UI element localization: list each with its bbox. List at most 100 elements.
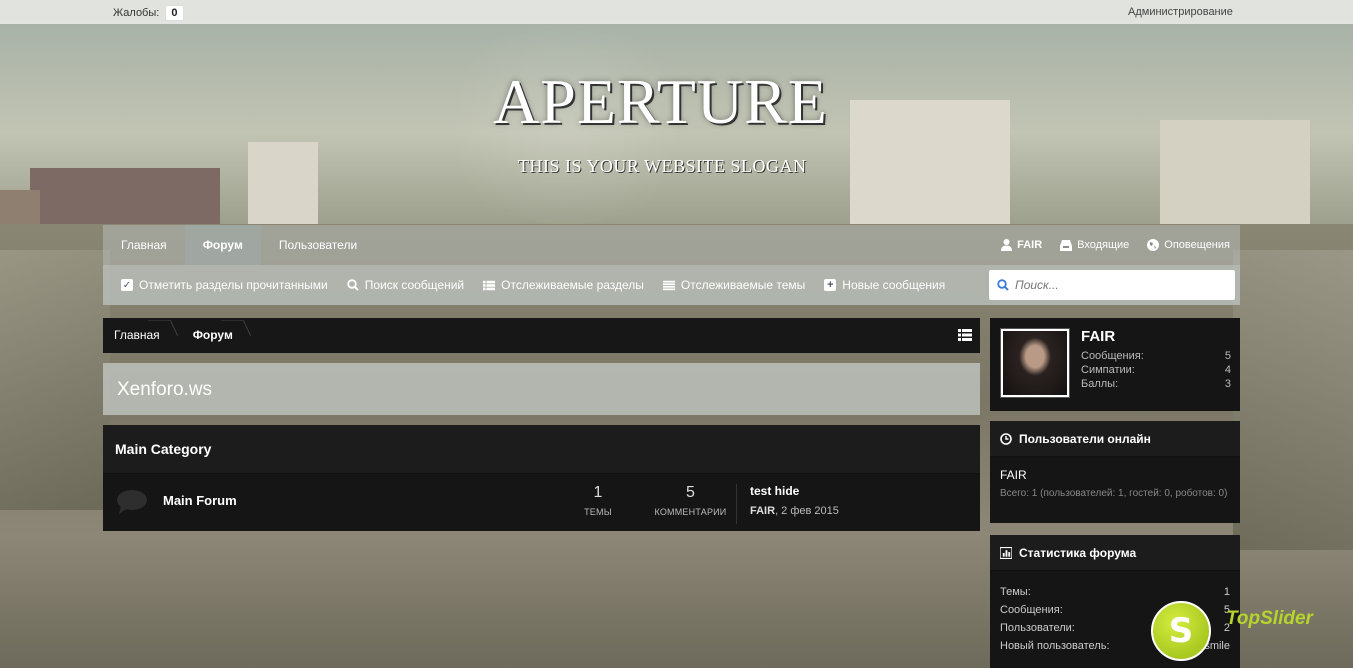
mark-read-label: Отметить разделы прочитанными: [139, 278, 328, 292]
last-post: test hide FAIR, 2 фев 2015: [736, 484, 839, 524]
stat-label: Симпатии:: [1081, 364, 1135, 376]
speech-bubble-icon: [117, 490, 147, 514]
stat-label: Новый пользователь:: [1000, 640, 1110, 652]
background-building: [30, 168, 220, 228]
new-posts-link[interactable]: + Новые сообщения: [824, 278, 945, 292]
nav-tabs: Главная Форум Пользователи: [103, 225, 375, 265]
top-bar: Жалобы: 0 Администрирование: [0, 0, 1353, 24]
search-posts-link[interactable]: Поиск сообщений: [347, 278, 464, 292]
stat-value: 1: [1223, 586, 1230, 598]
search-icon: [997, 279, 1009, 291]
breadcrumb-forum[interactable]: Форум: [182, 318, 255, 353]
background-building: [1160, 120, 1310, 225]
globe-icon: [1147, 239, 1160, 251]
search-input[interactable]: [1015, 278, 1215, 292]
forum-row: Main Forum 1 Темы 5 Комментарии test hid…: [103, 474, 980, 531]
page-title-panel: Xenforo.ws: [103, 363, 980, 415]
last-post-title[interactable]: test hide: [750, 484, 839, 498]
forum-title[interactable]: Main Forum: [163, 493, 237, 508]
alerts-label: Оповещения: [1164, 239, 1230, 251]
stat-label: Сообщения:: [1081, 350, 1144, 362]
last-post-meta: FAIR, 2 фев 2015: [750, 505, 839, 517]
stat-value: 5: [1224, 350, 1231, 362]
list-icon: [483, 279, 496, 291]
visitor-panel: FAIR Сообщения: 5 Симпатии: 4 Баллы: 3: [990, 318, 1240, 411]
online-users-title[interactable]: Пользователи онлайн: [1019, 432, 1151, 446]
online-users-panel: Пользователи онлайн FAIR Всего: 1 (польз…: [990, 421, 1240, 523]
posts-count: 5: [686, 484, 695, 501]
background-ramp: [1233, 250, 1353, 550]
visitor-stat-row: Симпатии: 4: [1081, 363, 1231, 377]
last-post-user[interactable]: FAIR: [750, 505, 775, 517]
posts-label: Комментарии: [654, 507, 727, 517]
search-posts-label: Поиск сообщений: [364, 278, 465, 292]
inbox-label: Входящие: [1077, 239, 1130, 251]
last-post-date: , 2 фев 2015: [775, 505, 839, 517]
stat-value: 3: [1224, 378, 1231, 390]
threads-stat: 1 Темы: [573, 484, 623, 517]
online-total: Всего: 1 (пользователей: 1, гостей: 0, р…: [1000, 488, 1228, 499]
complaints-label: Жалобы:: [113, 7, 160, 19]
tab-forum[interactable]: Форум: [184, 225, 261, 265]
user-nav: FAIR Входящие Оповещения: [1000, 225, 1230, 265]
logo-title: APERTURE: [493, 66, 828, 137]
forum-category: Main Category Main Forum 1 Темы 5 Коммен…: [103, 425, 980, 531]
user-icon: [1000, 239, 1012, 251]
watched-forums-label: Отслеживаемые разделы: [501, 278, 644, 292]
stat-value: 4: [1224, 364, 1231, 376]
mark-read-link[interactable]: ✓ Отметить разделы прочитанными: [121, 278, 328, 292]
complaints-link[interactable]: Жалобы: 0: [113, 5, 184, 21]
avatar-image: [1003, 331, 1067, 395]
checkbox-icon: ✓: [121, 279, 133, 291]
breadcrumb: Главная Форум: [103, 318, 980, 353]
lines-icon: [662, 279, 675, 291]
background-building: [850, 100, 1010, 225]
jump-menu-icon[interactable]: [958, 329, 972, 341]
inbox-icon: [1060, 239, 1073, 251]
watermark-text: TopSlider: [1226, 608, 1313, 629]
site-logo[interactable]: APERTURE: [493, 70, 863, 134]
clock-icon: [1000, 432, 1012, 445]
watched-threads-link[interactable]: Отслеживаемые темы: [662, 278, 806, 292]
complaints-count-badge: 0: [165, 5, 184, 21]
plus-icon: +: [824, 279, 837, 291]
search-box[interactable]: [989, 270, 1235, 300]
visitor-stat-row: Сообщения: 5: [1081, 349, 1231, 363]
online-user-link[interactable]: FAIR: [1000, 468, 1027, 482]
page-title: Xenforo.ws: [117, 379, 213, 400]
tab-home[interactable]: Главная: [103, 225, 185, 265]
main-navigation: Главная Форум Пользователи FAIR Входящие…: [103, 225, 1240, 305]
tab-members[interactable]: Пользователи: [261, 225, 375, 265]
category-title[interactable]: Main Category: [103, 425, 980, 474]
posts-stat: 5 Комментарии: [643, 484, 738, 517]
stat-label: Темы:: [1000, 586, 1031, 598]
background-building: [248, 142, 318, 227]
breadcrumb-home[interactable]: Главная: [103, 318, 182, 353]
online-users-header: Пользователи онлайн: [990, 421, 1240, 457]
background-ramp: [0, 250, 110, 510]
visitor-stats: Сообщения: 5 Симпатии: 4 Баллы: 3: [1081, 349, 1231, 391]
watched-forums-link[interactable]: Отслеживаемые разделы: [483, 278, 644, 292]
inbox-link[interactable]: Входящие: [1060, 239, 1129, 251]
threads-label: Темы: [584, 507, 612, 517]
search-icon: [347, 279, 359, 291]
forum-stats-title: Статистика форума: [1019, 545, 1137, 560]
new-posts-label: Новые сообщения: [842, 278, 946, 292]
stat-label: Баллы:: [1081, 378, 1119, 390]
visitor-name[interactable]: FAIR: [1081, 328, 1115, 345]
stat-label: Пользователи:: [1000, 622, 1075, 634]
watched-threads-label: Отслеживаемые темы: [680, 278, 806, 292]
forum-stats-header: Статистика форума: [990, 535, 1240, 571]
alerts-link[interactable]: Оповещения: [1147, 239, 1230, 251]
threads-count: 1: [593, 484, 603, 501]
visitor-stat-row: Баллы: 3: [1081, 377, 1231, 391]
account-link[interactable]: FAIR: [1000, 239, 1042, 251]
watermark-logo: S: [1151, 601, 1211, 661]
forum-stat-row: Темы: 1: [1000, 583, 1230, 601]
stat-label: Сообщения:: [1000, 604, 1063, 616]
bar-chart-icon: [1000, 546, 1012, 559]
account-name: FAIR: [1017, 239, 1043, 251]
admin-link[interactable]: Администрирование: [1128, 6, 1233, 18]
avatar[interactable]: [1000, 328, 1070, 398]
site-slogan: THIS IS YOUR WEBSITE SLOGAN: [518, 156, 807, 176]
